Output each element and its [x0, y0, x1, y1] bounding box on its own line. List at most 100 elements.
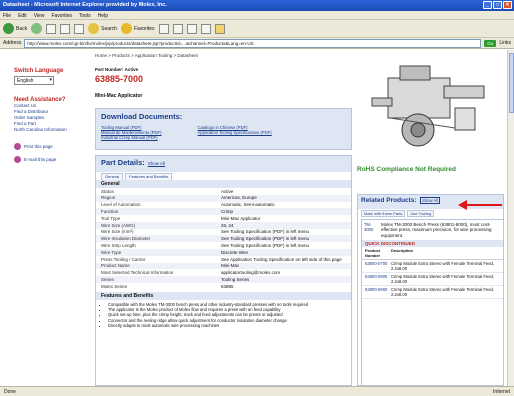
related-item-id[interactable]: TM-3000 [364, 222, 378, 238]
rohs-status: RoHS Compliance Not Required [357, 166, 456, 173]
general-section-heading: General [96, 180, 351, 188]
show-all-link[interactable]: Show All [148, 161, 165, 166]
stop-icon[interactable] [46, 23, 57, 34]
toolbar: Back Search Favorites [0, 20, 514, 38]
print-icon[interactable] [186, 23, 197, 34]
address-bar: Address http://www.molex.com/cgi-bin/bv/… [0, 38, 514, 49]
menu-tools[interactable]: Tools [79, 13, 91, 19]
column-product-number: Product Number [365, 248, 381, 259]
related-products-title: Related Products: [361, 197, 417, 204]
search-button[interactable]: Search [88, 23, 117, 34]
discontinued-part-link[interactable]: 63800-0900 [365, 287, 391, 297]
spec-key: Most Selected Technical Information [101, 270, 174, 276]
spec-value: Tooling Series [216, 276, 351, 283]
email-icon [14, 156, 21, 163]
close-button[interactable]: ✕ [503, 1, 512, 9]
menu-bar: File Edit View Favorites Tools Help [0, 11, 514, 20]
refresh-icon[interactable] [60, 23, 71, 34]
tab-features[interactable]: Features and Benefits [125, 173, 173, 180]
back-button[interactable]: Back [3, 23, 27, 34]
north-carolina-link[interactable]: North Carolina Information [14, 127, 84, 133]
language-select[interactable]: English [14, 76, 54, 85]
address-input[interactable]: http://www.molex.com/cgi-bin/bv/molex/js… [24, 38, 482, 48]
scroll-thumb[interactable] [509, 53, 514, 113]
table-row: Wire Insulation Diameter See Tooling Spec… [96, 235, 351, 243]
menu-edit[interactable]: Edit [18, 13, 27, 19]
edit-icon[interactable] [200, 23, 211, 34]
spec-key: Series [96, 276, 216, 283]
column-description: Description [391, 248, 414, 254]
spec-key: Molex Series [101, 283, 128, 289]
table-row: Series Tooling Series [96, 276, 351, 283]
spec-value: Mini-Mac Applicator [221, 215, 261, 221]
vertical-scrollbar[interactable] [507, 50, 514, 386]
discontinued-part-link[interactable]: 63800-0700 [365, 261, 391, 271]
spec-value: Mini-Mac [216, 262, 351, 270]
table-row: Wire Size (AWG) 26, 24 [96, 221, 351, 229]
forward-button[interactable] [31, 23, 43, 34]
spec-value: See Tooling Specification (PDF) in left … [216, 235, 351, 243]
discontinued-description: Crimp Module Extra Stereo with Female Te… [391, 287, 495, 298]
tab-use-tooling[interactable]: Use Tooling [407, 210, 435, 217]
table-row: Molex Series 63885 [96, 283, 351, 290]
window-controls: _ □ ✕ [483, 1, 512, 9]
part-details-title: Part Details: Show All [101, 158, 166, 167]
go-button[interactable]: Go [484, 39, 497, 47]
spec-value: See Tooling Specification (PDF) in left … [221, 242, 309, 248]
menu-view[interactable]: View [34, 13, 45, 19]
discontinued-description: Crimp Module Extra Stereo with Female Te… [391, 274, 495, 285]
menu-help[interactable]: Help [98, 13, 108, 19]
status-bar: Done Internet [0, 386, 514, 396]
security-zone: Internet [493, 389, 510, 395]
doc-link[interactable]: Industrial Crimp Manual (PDF) [101, 135, 162, 140]
part-number: 63885-7000 [95, 74, 144, 84]
forward-arrow-icon [31, 23, 43, 34]
spec-key: Product Name [96, 262, 216, 270]
mail-icon[interactable] [172, 23, 183, 34]
spec-key: Wire Size (AWG) [96, 221, 216, 229]
table-row: Status Active [96, 188, 351, 195]
table-row: Wire Strip Length See Tooling Specificati… [96, 242, 351, 249]
discontinued-part-link[interactable]: 63800-0800 [365, 274, 391, 284]
table-row: Press Tooling / Carrier See Application T… [96, 256, 351, 263]
part-details-panel: Part Details: Show All General Features a… [95, 155, 352, 386]
email-page-button[interactable]: E-mail this page [14, 156, 84, 163]
links-label[interactable]: Links [499, 40, 511, 46]
spec-value: See Tooling Specification (PDF) in left … [221, 229, 309, 235]
features-heading: Features and Benefits [96, 291, 351, 300]
home-icon[interactable] [74, 23, 85, 34]
print-page-button[interactable]: Print this page [14, 143, 84, 150]
breadcrumb[interactable]: Home > Products > Application Tooling > … [95, 53, 198, 58]
table-row: 63800-0900 Crimp Module Extra Stereo with… [362, 286, 503, 300]
table-row: Wire Size (mm²) See Tooling Specification… [96, 229, 351, 236]
spec-value: Automatic, Semi-automatic [221, 202, 275, 208]
list-item[interactable]: TM-3000 Molex TM-3000 Bench Press (63801… [362, 220, 503, 240]
history-icon[interactable] [158, 23, 169, 34]
address-label: Address [3, 40, 22, 46]
spec-value: Crimp [216, 208, 351, 216]
spec-key: Status [101, 188, 114, 194]
download-documents-title: Download Documents: [101, 112, 183, 121]
table-row: Product Name Mini-Mac [96, 262, 351, 270]
table-row: Level of Automation Automatic, Semi-autom… [96, 202, 351, 209]
table-row: 63800-0800 Crimp Module Extra Stereo with… [362, 273, 503, 287]
favorites-button[interactable]: Favorites [120, 23, 155, 34]
related-show-all-link[interactable]: Show All [420, 197, 441, 204]
folder-icon[interactable] [214, 23, 225, 34]
maximize-button[interactable]: □ [493, 1, 502, 9]
doc-link[interactable]: Application Tooling Specifications (PDF) [198, 130, 272, 135]
part-details-tabs: General Features and Benefits [96, 172, 351, 180]
menu-file[interactable]: File [3, 13, 11, 19]
menu-favorites[interactable]: Favorites [51, 13, 72, 19]
minimize-button[interactable]: _ [483, 1, 492, 9]
status-text: Done [4, 389, 16, 395]
spec-key: Press Tooling / Carrier [101, 256, 146, 262]
spec-value: 63885 [221, 283, 234, 289]
tab-general[interactable]: General [101, 173, 124, 180]
table-row: 63800-0700 Crimp Module Extra Stereo with… [362, 260, 503, 274]
related-list: TM-3000 Molex TM-3000 Bench Press (63801… [361, 219, 504, 386]
spec-value: Discrete Wire [216, 249, 351, 256]
left-sidebar: Switch Language English Need Assistance?… [14, 68, 84, 163]
spec-key: Wire Type [96, 249, 216, 256]
tab-mate-parts[interactable]: Mate with these Parts [361, 210, 406, 217]
